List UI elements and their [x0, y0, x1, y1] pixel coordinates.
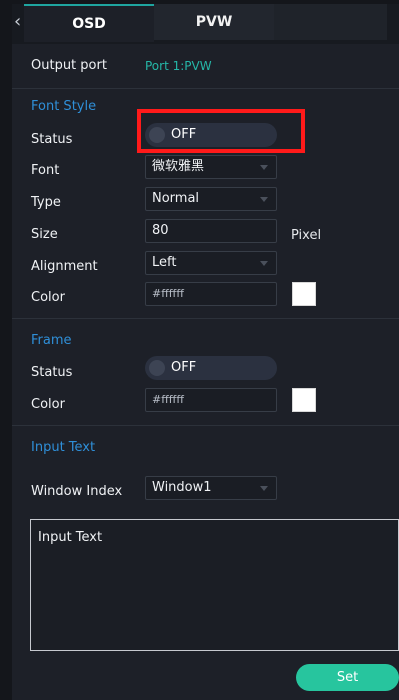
size-label: Size — [31, 227, 58, 242]
type-select-value: Normal — [152, 191, 200, 206]
window-index-label: Window Index — [31, 484, 123, 499]
output-port-value: Port 1:PVW — [145, 59, 212, 73]
size-input-value: 80 — [152, 223, 169, 238]
set-button[interactable]: Set — [296, 664, 399, 691]
window-index-select[interactable]: Window1 — [145, 476, 277, 500]
chevron-down-icon — [260, 197, 268, 202]
frame-color-input[interactable]: #ffffff — [145, 388, 277, 412]
font-select-value: 微软雅黑 — [152, 159, 205, 174]
input-text-content: Input Text — [38, 530, 103, 545]
input-text-area[interactable]: Input Text — [30, 519, 399, 651]
font-color-input[interactable]: #ffffff — [145, 282, 277, 306]
divider — [12, 425, 399, 426]
chevron-down-icon — [260, 486, 268, 491]
alignment-select-value: Left — [152, 255, 177, 270]
input-text-section-title: Input Text — [31, 440, 96, 455]
font-label: Font — [31, 163, 60, 178]
font-select[interactable]: 微软雅黑 — [145, 155, 277, 179]
chevron-down-icon — [260, 261, 268, 266]
size-input[interactable]: 80 — [145, 219, 277, 243]
font-color-value: #ffffff — [152, 287, 184, 300]
divider — [12, 318, 399, 319]
tab-pvw[interactable]: PVW — [154, 4, 274, 40]
alignment-label: Alignment — [31, 259, 98, 274]
frame-color-label: Color — [31, 397, 65, 412]
tab-bar-filler — [274, 4, 387, 40]
alignment-select[interactable]: Left — [145, 251, 277, 275]
output-port-label: Output port — [31, 58, 107, 73]
type-label: Type — [31, 195, 61, 210]
size-unit-label: Pixel — [291, 228, 322, 243]
frame-color-value: #ffffff — [152, 393, 184, 406]
divider — [12, 88, 399, 89]
font-status-label: Status — [31, 132, 73, 147]
toggle-knob — [149, 360, 165, 376]
tab-osd[interactable]: OSD — [24, 4, 154, 42]
type-select[interactable]: Normal — [145, 187, 277, 211]
font-color-swatch[interactable] — [292, 282, 316, 306]
chevron-down-icon — [260, 165, 268, 170]
frame-color-swatch[interactable] — [292, 388, 316, 412]
highlight-box — [137, 109, 305, 153]
font-style-section-title: Font Style — [31, 99, 97, 114]
frame-status-toggle[interactable]: OFF — [145, 356, 277, 380]
window-index-value: Window1 — [152, 480, 212, 495]
frame-status-value: OFF — [171, 360, 197, 375]
frame-section-title: Frame — [31, 333, 72, 348]
frame-status-label: Status — [31, 365, 73, 380]
font-color-label: Color — [31, 290, 65, 305]
